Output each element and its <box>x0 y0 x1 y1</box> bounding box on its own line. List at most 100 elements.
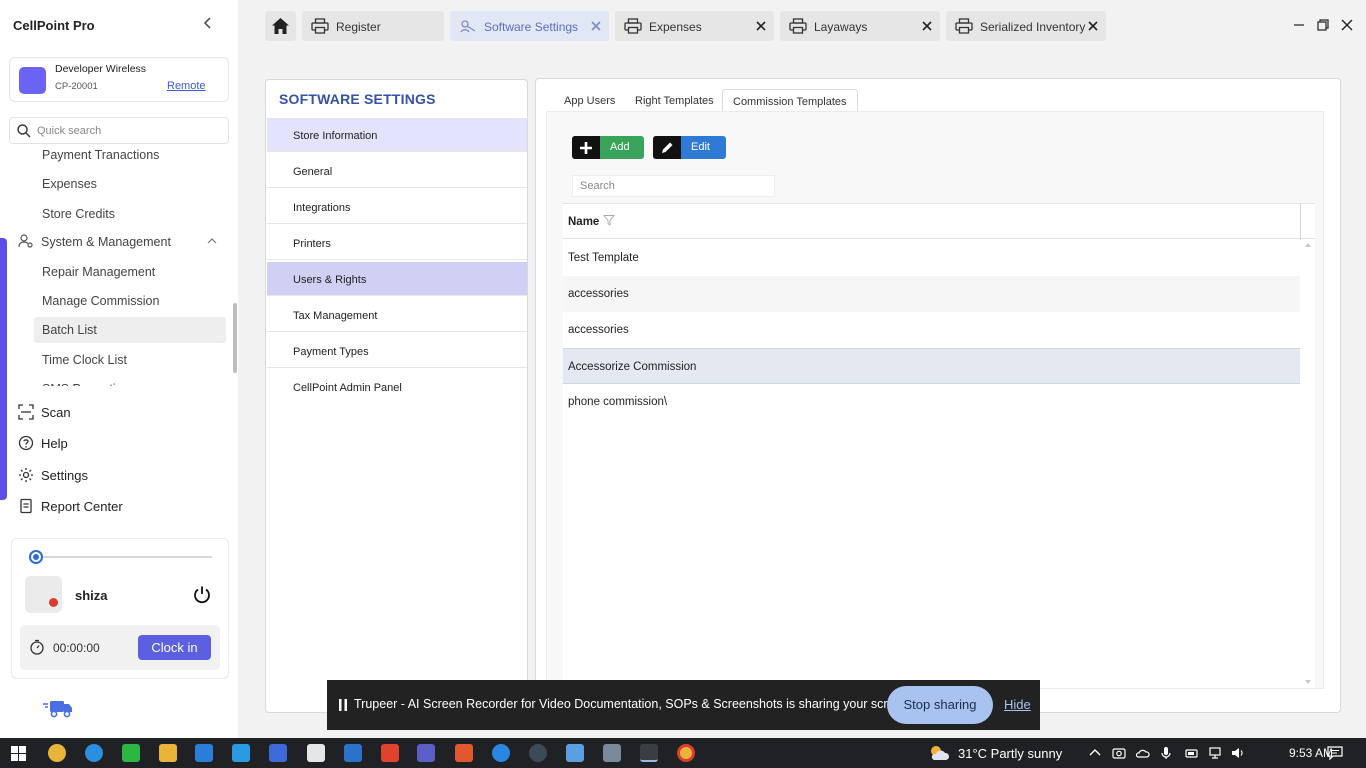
grid-search-input[interactable] <box>572 175 775 197</box>
table-row[interactable]: accessories <box>563 276 1300 312</box>
filter-icon[interactable] <box>603 214 615 226</box>
app-title: CellPoint Pro <box>13 18 95 33</box>
pause-icon[interactable] <box>338 699 348 711</box>
slider-knob[interactable] <box>29 550 43 564</box>
anydesk-icon[interactable] <box>381 744 399 762</box>
sidebar-group-system-management[interactable]: System & Management <box>18 229 226 255</box>
sidebar-item-batch-list[interactable]: Batch List <box>34 317 226 343</box>
remote-link[interactable]: Remote <box>167 80 206 92</box>
sidebar-item-time-clock-list[interactable]: Time Clock List <box>34 347 226 373</box>
loading-app-icon[interactable] <box>640 744 658 762</box>
column-separator <box>1300 204 1301 240</box>
network-icon[interactable] <box>1208 746 1222 760</box>
hide-link[interactable]: Hide <box>1004 697 1031 712</box>
sidebar-item-help[interactable]: Help <box>18 432 218 456</box>
sidebar-item-settings[interactable]: Settings <box>18 464 218 488</box>
close-icon[interactable] <box>920 19 934 33</box>
tab-serialized-inventory[interactable]: Serialized Inventory <box>946 11 1106 41</box>
chrome-icon[interactable] <box>677 744 695 762</box>
app-icon[interactable] <box>307 744 325 762</box>
store-icon[interactable] <box>195 744 213 762</box>
sidebar-item-expenses[interactable]: Expenses <box>34 171 226 197</box>
tab-register[interactable]: Register <box>302 11 444 41</box>
calendar-icon[interactable] <box>344 744 362 762</box>
settings-item-payment-types[interactable]: Payment Types <box>267 334 527 368</box>
file-explorer-icon[interactable] <box>159 744 177 762</box>
table-cell: Accessorize Commission <box>568 361 697 373</box>
settings-item-printers[interactable]: Printers <box>267 226 527 260</box>
table-row[interactable]: accessories <box>563 312 1300 348</box>
close-icon[interactable] <box>589 19 603 33</box>
restore-icon[interactable] <box>1315 17 1331 33</box>
sidebar-item-store-credits[interactable]: Store Credits <box>34 201 226 227</box>
brave-icon[interactable] <box>455 744 473 762</box>
app-icon[interactable] <box>232 744 250 762</box>
app-icon[interactable] <box>529 744 547 762</box>
subtab-app-users[interactable]: App Users <box>554 89 625 112</box>
tab-layaways[interactable]: Layaways <box>780 11 940 41</box>
edge-icon[interactable] <box>85 744 103 762</box>
add-icon-box <box>572 136 600 159</box>
microphone-icon[interactable] <box>1159 746 1173 760</box>
table-cell: Test Template <box>568 252 639 264</box>
close-icon[interactable] <box>1086 19 1100 33</box>
sidebar-item-repair-management[interactable]: Repair Management <box>34 259 226 285</box>
calculator-icon[interactable] <box>603 744 621 762</box>
cellpoint-icon[interactable] <box>269 744 287 762</box>
sidebar-item-sms-promotion[interactable]: SMS Promotion <box>34 376 226 386</box>
settings-item-label: General <box>293 166 333 178</box>
sidebar-item-report-center[interactable]: Report Center <box>18 495 218 519</box>
settings-item-integrations[interactable]: Integrations <box>267 190 527 224</box>
battery-icon[interactable] <box>1185 746 1199 760</box>
sidebar-item-scan[interactable]: Scan <box>18 401 218 425</box>
settings-item-store-information[interactable]: Store Information <box>267 118 527 152</box>
stop-sharing-button[interactable]: Stop sharing <box>887 686 993 724</box>
settings-item-admin-panel[interactable]: CellPoint Admin Panel <box>267 370 527 404</box>
content-panel: App Users Right Templates Commission Tem… <box>535 78 1341 713</box>
tab-software-settings[interactable]: Software Settings <box>450 11 609 41</box>
table-scrollbar[interactable] <box>1304 241 1312 686</box>
sidebar-scrollbar[interactable] <box>233 303 237 373</box>
settings-item-users-rights[interactable]: Users & Rights <box>267 262 527 296</box>
table-row[interactable]: Test Template <box>563 240 1300 276</box>
subtab-right-templates[interactable]: Right Templates <box>625 89 724 112</box>
quick-search-input[interactable] <box>37 122 222 140</box>
camera-icon[interactable] <box>1112 746 1126 760</box>
notepad-icon[interactable] <box>566 744 584 762</box>
pencil-icon <box>662 142 673 153</box>
sidebar-group-label: System & Management <box>41 235 171 249</box>
collapse-sidebar-button[interactable] <box>200 16 216 34</box>
cloud-icon[interactable] <box>1136 746 1150 760</box>
windows-start-icon[interactable] <box>11 746 26 761</box>
app-icon[interactable] <box>492 744 510 762</box>
stopwatch-icon <box>30 639 44 655</box>
settings-item-tax-management[interactable]: Tax Management <box>267 298 527 332</box>
home-tab[interactable] <box>265 11 296 41</box>
settings-item-label: Printers <box>293 238 331 250</box>
taskbar: 31°C Partly sunny 9:53 AM <box>0 738 1366 768</box>
teams-icon[interactable] <box>417 744 435 762</box>
chrome-icon[interactable] <box>48 744 66 762</box>
minimize-icon[interactable] <box>1291 17 1307 33</box>
volume-icon[interactable] <box>1231 746 1245 760</box>
close-icon[interactable] <box>754 19 768 33</box>
edit-button[interactable]: Edit <box>653 136 726 159</box>
chevron-up-icon[interactable] <box>1088 746 1102 760</box>
table-row-selected[interactable]: Accessorize Commission <box>563 348 1300 384</box>
power-icon[interactable] <box>191 584 213 606</box>
delivery-truck-icon[interactable] <box>42 697 74 719</box>
tab-expenses[interactable]: Expenses <box>615 11 774 41</box>
clock-in-button[interactable]: Clock in <box>138 635 211 660</box>
sidebar-item-payment-transactions[interactable]: Payment Tranactions <box>34 146 226 168</box>
sidebar-item-manage-commission[interactable]: Manage Commission <box>34 288 226 314</box>
notifications-icon[interactable] <box>1327 746 1343 760</box>
add-button[interactable]: Add <box>572 136 644 159</box>
subtab-commission-templates[interactable]: Commission Templates <box>722 89 858 112</box>
weather-text[interactable]: 31°C Partly sunny <box>958 746 1062 761</box>
settings-item-general[interactable]: General <box>267 154 527 188</box>
store-id: CP-20001 <box>55 81 98 92</box>
whatsapp-icon[interactable] <box>122 744 140 762</box>
close-window-icon[interactable] <box>1339 17 1355 33</box>
column-header-name[interactable]: Name <box>568 216 599 228</box>
table-row[interactable]: phone commission\ <box>563 384 1300 420</box>
